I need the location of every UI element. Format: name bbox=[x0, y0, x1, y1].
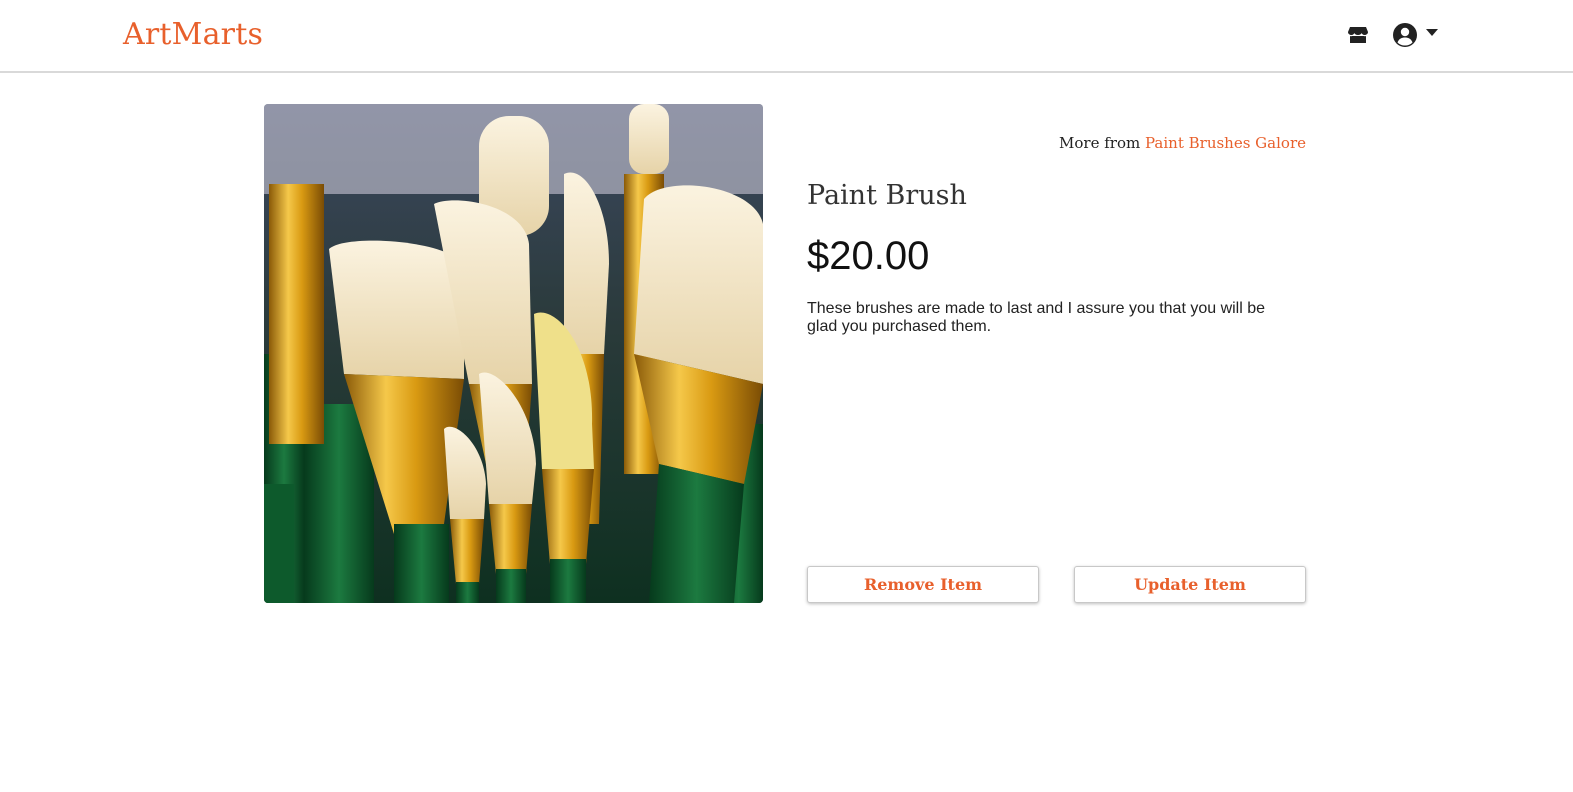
caret-down-icon bbox=[1426, 29, 1438, 36]
remove-item-button[interactable]: Remove Item bbox=[807, 566, 1039, 603]
shop-link[interactable]: Paint Brushes Galore bbox=[1145, 134, 1306, 152]
product-description: These brushes are made to last and I ass… bbox=[807, 300, 1266, 335]
product-price: $20.00 bbox=[807, 234, 930, 278]
store-icon[interactable] bbox=[1347, 24, 1369, 46]
navbar: ArtMarts bbox=[0, 0, 1573, 73]
user-menu-toggle[interactable] bbox=[1392, 22, 1440, 50]
logo-link[interactable]: ArtMarts bbox=[123, 13, 263, 57]
product-title: Paint Brush bbox=[807, 180, 967, 211]
more-from-label: More from bbox=[1059, 134, 1141, 152]
user-circle-icon bbox=[1393, 23, 1417, 47]
more-from-shop: More from Paint Brushes Galore bbox=[1040, 134, 1306, 152]
update-item-button[interactable]: Update Item bbox=[1074, 566, 1306, 603]
product-image bbox=[264, 104, 763, 603]
